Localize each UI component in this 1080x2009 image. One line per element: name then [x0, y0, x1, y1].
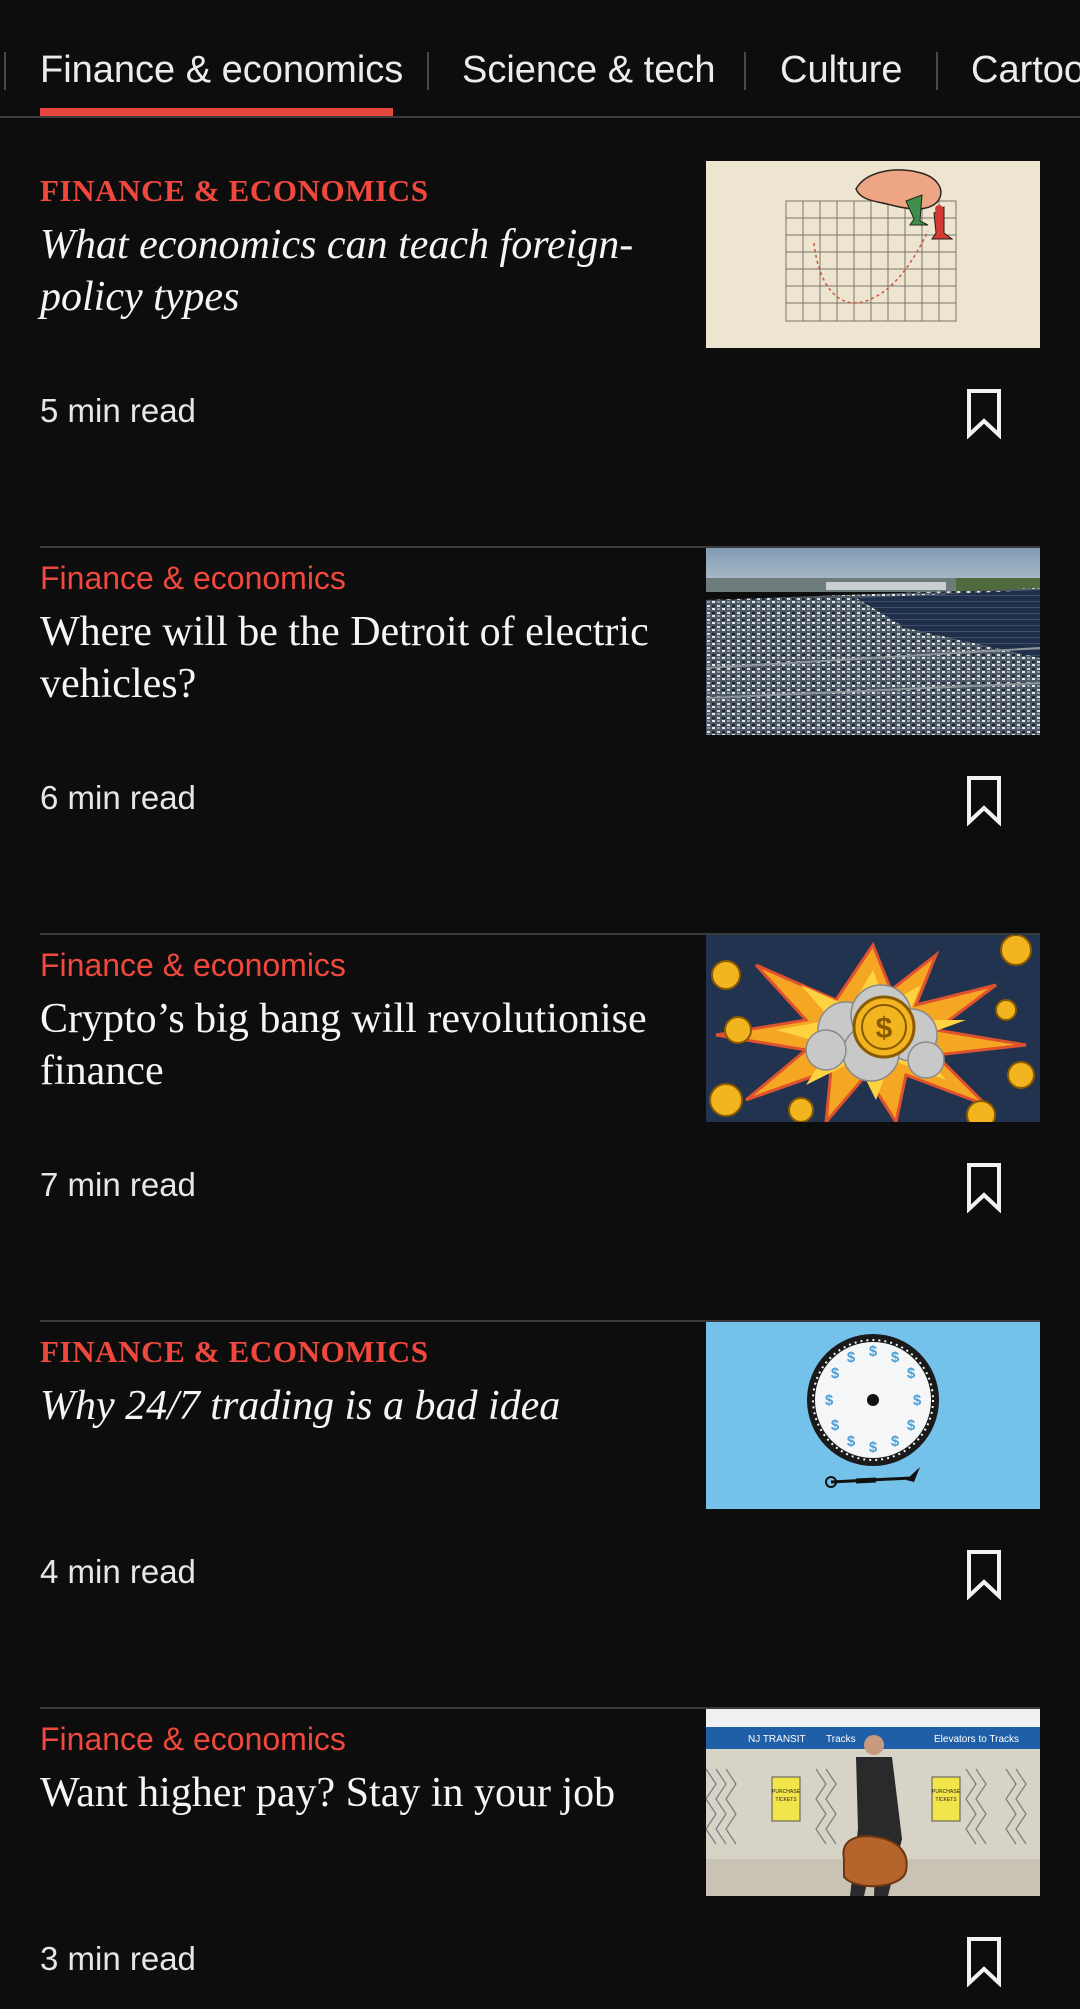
article-headline[interactable]: Crypto’s big bang will revolutionise fin… [40, 993, 660, 1097]
svg-text:TICKETS: TICKETS [935, 1797, 957, 1803]
bookmark-icon[interactable] [964, 387, 1004, 439]
article-section-label[interactable]: Finance & economics [40, 945, 346, 985]
article-card[interactable]: Finance & economics Crypto’s big bang wi… [0, 935, 1080, 1322]
article-card[interactable]: FINANCE & ECONOMICS Why 24/7 trading is … [0, 1322, 1080, 1709]
tab-separator [936, 52, 938, 90]
car-lot-aerial-photo [706, 548, 1040, 735]
sign-left-text: NJ TRANSIT [748, 1734, 806, 1745]
article-card[interactable]: FINANCE & ECONOMICS What economics can t… [0, 161, 1080, 548]
bookmark-icon[interactable] [964, 1935, 1004, 1987]
article-thumbnail[interactable]: $ $ $ $ $ $ $ $ $ $ $ $ [706, 1322, 1040, 1509]
tab-separator [427, 52, 429, 90]
article-headline[interactable]: Why 24/7 trading is a bad idea [40, 1380, 660, 1432]
article-read-time: 7 min read [40, 1166, 196, 1203]
svg-text:$: $ [891, 1349, 900, 1366]
sign-right-text: Elevators to Tracks [934, 1734, 1019, 1745]
svg-text:$: $ [913, 1392, 922, 1409]
article-section-label[interactable]: Finance & economics [40, 558, 346, 598]
tab-separator [744, 52, 746, 90]
svg-text:$: $ [847, 1433, 856, 1450]
chess-hand-chart-illustration [706, 161, 1040, 348]
article-read-time: 3 min read [40, 1940, 196, 1977]
article-section-label[interactable]: FINANCE & ECONOMICS [40, 171, 429, 211]
svg-text:$: $ [907, 1365, 916, 1382]
svg-text:PURCHASE: PURCHASE [932, 1789, 960, 1795]
tab-culture[interactable]: Culture [780, 44, 903, 96]
article-read-time: 5 min read [40, 392, 196, 429]
article-headline[interactable]: Want higher pay? Stay in your job [40, 1767, 660, 1819]
dollar-clock-illustration: $ $ $ $ $ $ $ $ $ $ $ $ [706, 1322, 1040, 1509]
active-tab-indicator [40, 108, 393, 116]
section-tab-bar: Finance & economics Science & tech Cultu… [0, 0, 1080, 118]
article-headline[interactable]: What economics can teach foreign-policy … [40, 219, 660, 323]
tab-cartoons[interactable]: Cartoo [971, 44, 1080, 96]
bookmark-icon[interactable] [964, 1548, 1004, 1600]
svg-text:$: $ [825, 1392, 834, 1409]
svg-text:$: $ [869, 1439, 878, 1456]
article-thumbnail[interactable]: $ [706, 935, 1040, 1122]
bookmark-icon[interactable] [964, 774, 1004, 826]
svg-text:PURCHASE: PURCHASE [772, 1789, 800, 1795]
article-headline[interactable]: Where will be the Detroit of electric ve… [40, 606, 660, 710]
svg-text:$: $ [831, 1365, 840, 1382]
bookmark-icon[interactable] [964, 1161, 1004, 1213]
sign-mid-text: Tracks [826, 1734, 856, 1745]
article-thumbnail[interactable] [706, 161, 1040, 348]
svg-text:$: $ [847, 1349, 856, 1366]
article-section-label[interactable]: FINANCE & ECONOMICS [40, 1332, 429, 1372]
commuter-station-photo: NJ TRANSIT Tracks Elevators to Tracks PU… [706, 1709, 1040, 1896]
svg-text:$: $ [876, 1012, 893, 1045]
svg-text:$: $ [907, 1417, 916, 1434]
svg-text:$: $ [831, 1417, 840, 1434]
coin-explosion-illustration: $ [706, 935, 1040, 1122]
article-read-time: 6 min read [40, 779, 196, 816]
article-card[interactable]: Finance & economics Want higher pay? Sta… [0, 1709, 1080, 2009]
tab-science-tech[interactable]: Science & tech [462, 44, 715, 96]
svg-text:$: $ [891, 1433, 900, 1450]
article-thumbnail[interactable] [706, 548, 1040, 735]
article-card[interactable]: Finance & economics Where will be the De… [0, 548, 1080, 935]
tab-finance-economics[interactable]: Finance & economics [40, 44, 403, 96]
svg-text:TICKETS: TICKETS [775, 1797, 797, 1803]
svg-text:$: $ [869, 1343, 878, 1360]
article-read-time: 4 min read [40, 1553, 196, 1590]
article-section-label[interactable]: Finance & economics [40, 1719, 346, 1759]
tab-separator [4, 52, 6, 90]
article-thumbnail[interactable]: NJ TRANSIT Tracks Elevators to Tracks PU… [706, 1709, 1040, 1896]
